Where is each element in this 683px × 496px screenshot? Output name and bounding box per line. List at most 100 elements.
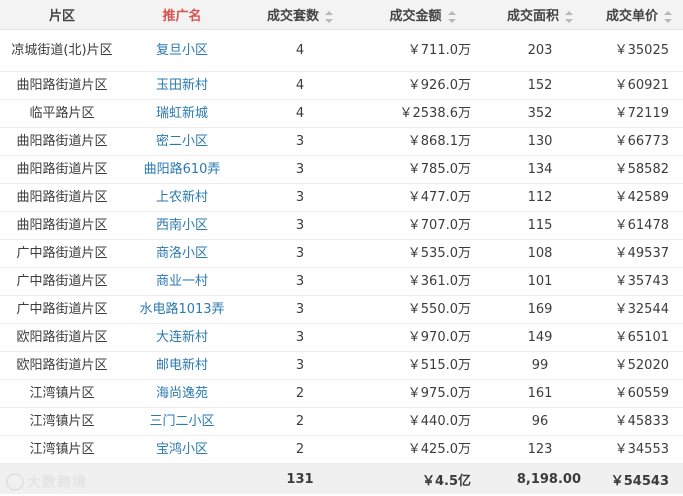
- total-price: ￥54543: [595, 463, 683, 494]
- column-header-label: 成交金额: [389, 9, 442, 24]
- amount-cell: ￥425.0万: [360, 435, 485, 464]
- area-cell: 江湾镇片区: [0, 379, 124, 408]
- column-header-label: 推广名: [162, 9, 202, 24]
- column-header-label: 片区: [48, 9, 75, 24]
- price-cell: ￥72119: [595, 99, 683, 128]
- table-row: 欧阳路街道片区 邮电新村 3 ￥515.0万 99 ￥52020: [0, 351, 683, 380]
- table-row: 欧阳路街道片区 大连新村 3 ￥970.0万 149 ￥65101: [0, 323, 683, 352]
- size-cell: 203: [485, 29, 595, 72]
- column-header-5[interactable]: 成交单价: [595, 0, 683, 30]
- column-header-3[interactable]: 成交金额: [360, 0, 485, 30]
- area-cell: 曲阳路街道片区: [0, 183, 124, 212]
- size-cell: 152: [485, 71, 595, 100]
- table-row: 曲阳路街道片区 西南小区 3 ￥707.0万 115 ￥61478: [0, 211, 683, 240]
- name-link[interactable]: 复旦小区: [124, 29, 240, 72]
- table-row: 江湾镇片区 宝鸿小区 2 ￥425.0万 123 ￥34553: [0, 435, 683, 464]
- total-size: 8,198.00: [485, 463, 595, 494]
- count-cell: 3: [240, 267, 360, 296]
- price-cell: ￥61478: [595, 211, 683, 240]
- transactions-table: 片区 推广名 成交套数 成交金额 成交面积 成交单价 凉城街道(北)片区 复旦小区 4 ￥711…: [0, 0, 683, 494]
- name-link[interactable]: 瑞虹新城: [124, 99, 240, 128]
- column-header-label: 成交单价: [605, 9, 658, 24]
- price-cell: ￥45833: [595, 407, 683, 436]
- size-cell: 352: [485, 99, 595, 128]
- area-cell: 凉城街道(北)片区: [0, 29, 124, 72]
- area-cell: 江湾镇片区: [0, 435, 124, 464]
- name-link[interactable]: 水电路1013弄: [124, 295, 240, 324]
- name-link[interactable]: 商洛小区: [124, 239, 240, 268]
- size-cell: 115: [485, 211, 595, 240]
- table-row: 广中路街道片区 商洛小区 3 ￥535.0万 108 ￥49537: [0, 239, 683, 268]
- name-link[interactable]: 商业一村: [124, 267, 240, 296]
- count-cell: 3: [240, 183, 360, 212]
- amount-cell: ￥515.0万: [360, 351, 485, 380]
- count-cell: 2: [240, 435, 360, 464]
- table-row: 曲阳路街道片区 密二小区 3 ￥868.1万 130 ￥66773: [0, 127, 683, 156]
- name-link[interactable]: 三门二小区: [124, 407, 240, 436]
- price-cell: ￥65101: [595, 323, 683, 352]
- count-cell: 3: [240, 295, 360, 324]
- sort-icon[interactable]: [447, 10, 456, 23]
- name-link[interactable]: 大连新村: [124, 323, 240, 352]
- watermark: 大数跨境: [6, 472, 87, 492]
- watermark-text: 大数跨境: [27, 475, 87, 491]
- table-row: 曲阳路街道片区 曲阳路610弄 3 ￥785.0万 134 ￥58582: [0, 155, 683, 184]
- amount-cell: ￥975.0万: [360, 379, 485, 408]
- price-cell: ￥60921: [595, 71, 683, 100]
- table-row: 广中路街道片区 水电路1013弄 3 ￥550.0万 169 ￥32544: [0, 295, 683, 324]
- price-cell: ￥34553: [595, 435, 683, 464]
- sort-icon[interactable]: [565, 10, 573, 23]
- area-cell: 欧阳路街道片区: [0, 351, 124, 380]
- count-cell: 3: [240, 351, 360, 380]
- table-row: 江湾镇片区 海尚逸苑 2 ￥975.0万 161 ￥60559: [0, 379, 683, 408]
- count-cell: 2: [240, 379, 360, 408]
- count-cell: 3: [240, 127, 360, 156]
- name-link[interactable]: 海尚逸苑: [124, 379, 240, 408]
- amount-cell: ￥440.0万: [360, 407, 485, 436]
- name-link[interactable]: 邮电新村: [124, 351, 240, 380]
- area-cell: 曲阳路街道片区: [0, 127, 124, 156]
- name-link[interactable]: 西南小区: [124, 211, 240, 240]
- amount-cell: ￥2538.6万: [360, 99, 485, 128]
- sort-icon[interactable]: [325, 10, 333, 23]
- header-row: 片区 推广名 成交套数 成交金额 成交面积 成交单价: [0, 0, 683, 30]
- count-cell: 4: [240, 29, 360, 72]
- area-cell: 曲阳路街道片区: [0, 155, 124, 184]
- column-header-0: 片区: [0, 0, 124, 30]
- name-link[interactable]: 密二小区: [124, 127, 240, 156]
- count-cell: 4: [240, 99, 360, 128]
- size-cell: 134: [485, 155, 595, 184]
- column-header-1: 推广名: [124, 0, 240, 30]
- area-cell: 江湾镇片区: [0, 407, 124, 436]
- area-cell: 临平路片区: [0, 99, 124, 128]
- size-cell: 108: [485, 239, 595, 268]
- size-cell: 149: [485, 323, 595, 352]
- price-cell: ￥60559: [595, 379, 683, 408]
- name-link[interactable]: 玉田新村: [124, 71, 240, 100]
- name-link[interactable]: 曲阳路610弄: [124, 155, 240, 184]
- price-cell: ￥58582: [595, 155, 683, 184]
- count-cell: 3: [240, 323, 360, 352]
- column-header-4[interactable]: 成交面积: [485, 0, 595, 30]
- total-name: [124, 463, 240, 494]
- amount-cell: ￥477.0万: [360, 183, 485, 212]
- name-link[interactable]: 上农新村: [124, 183, 240, 212]
- amount-cell: ￥926.0万: [360, 71, 485, 100]
- size-cell: 96: [485, 407, 595, 436]
- price-cell: ￥35025: [595, 29, 683, 72]
- size-cell: 123: [485, 435, 595, 464]
- amount-cell: ￥711.0万: [360, 29, 485, 72]
- count-cell: 2: [240, 407, 360, 436]
- name-link[interactable]: 宝鸿小区: [124, 435, 240, 464]
- price-cell: ￥42589: [595, 183, 683, 212]
- sort-icon[interactable]: [664, 10, 672, 23]
- area-cell: 广中路街道片区: [0, 295, 124, 324]
- table-row: 江湾镇片区 三门二小区 2 ￥440.0万 96 ￥45833: [0, 407, 683, 436]
- price-cell: ￥32544: [595, 295, 683, 324]
- amount-cell: ￥535.0万: [360, 239, 485, 268]
- area-cell: 欧阳路街道片区: [0, 323, 124, 352]
- count-cell: 4: [240, 71, 360, 100]
- size-cell: 169: [485, 295, 595, 324]
- size-cell: 101: [485, 267, 595, 296]
- column-header-2[interactable]: 成交套数: [240, 0, 360, 30]
